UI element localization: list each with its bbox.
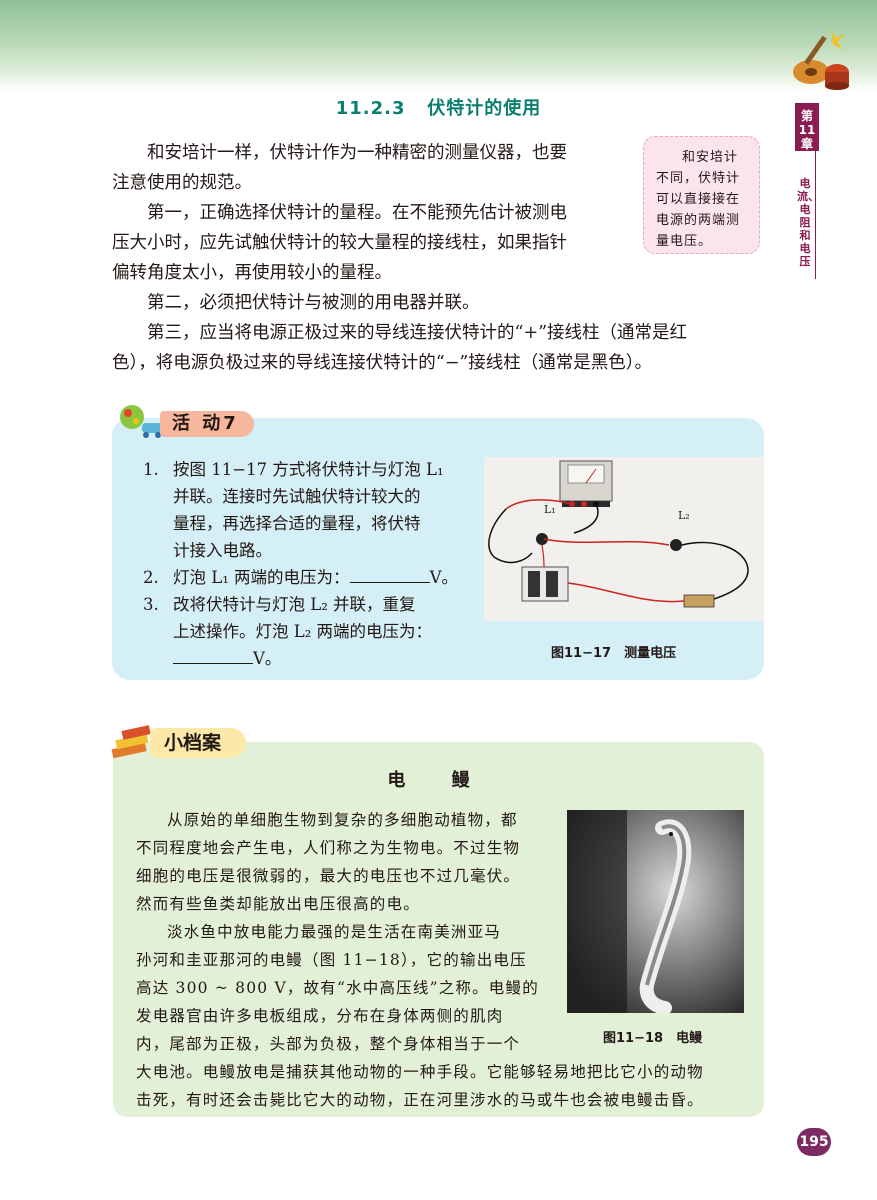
header-band [0, 0, 877, 92]
file-line: 发电器官由许多电板组成，分布在身体两侧的肌肉 [136, 1007, 504, 1025]
file-label: 小档案 [150, 728, 246, 758]
margin-note-line: 可以直接接在 [656, 192, 741, 207]
intro-p1-line2: 注意使用的规范。 [112, 173, 252, 193]
file-line: 从原始的单细胞生物到复杂的多细胞动植物，都 [167, 811, 518, 829]
intro-p3: 第二，必须把伏特计与被测的用电器并联。 [147, 293, 480, 313]
item-line: 计接入电路。 [173, 541, 272, 560]
file-line: 然而有些鱼类却能放出电压很高的电。 [136, 895, 420, 913]
section-number: 11.2.3 [335, 98, 406, 119]
file-line: 细胞的电压是很微弱的，最大的电压也不过几毫伏。 [136, 867, 521, 885]
electric-eel-photo [567, 810, 744, 1015]
intro-p2-line3: 偏转角度太小，再使用较小的量程。 [112, 263, 392, 283]
file-line: 孙河和圭亚那河的电鳗（图 11−18），它的输出电压 [136, 951, 527, 969]
item-unit: V。 [253, 649, 282, 668]
answer-blank[interactable] [173, 645, 253, 664]
activity-item: 1. 按图 11−17 方式将伏特计与灯泡 L₁ 并联。连接时先试触伏特计较大的… [143, 456, 473, 564]
file-line: 不同程度地会产生电，人们称之为生物电。不过生物 [136, 839, 521, 857]
figure-11-17-caption: 图11−17 测量电压 [551, 646, 677, 661]
item-number: 2. [143, 568, 159, 587]
activity-icon [120, 405, 162, 438]
margin-note-line: 和安培计 [682, 150, 739, 165]
item-line: 改将伏特计与灯泡 L₂ 并联，重复 [173, 595, 416, 614]
guitar-drum-icon [793, 28, 849, 90]
page-number: 195 [797, 1128, 831, 1156]
item-number: 3. [143, 595, 159, 614]
file-line: 高达 300 ~ 800 V，故有“水中高压线”之称。电鳗的 [136, 979, 539, 997]
electric-eel-illustration [567, 810, 744, 1015]
margin-note: 和安培计 不同，伏特计 可以直接接在 电源的两端测 量电压。 [643, 136, 760, 254]
activity-item: 3. 改将伏特计与灯泡 L₂ 并联，重复 上述操作。灯泡 L₂ 两端的电压为： … [143, 591, 473, 672]
chapter-number-tab: 第11章 [795, 103, 819, 151]
file-title: 电 鳗 [387, 770, 490, 791]
activity-label: 活 动7 [160, 411, 254, 437]
margin-note-line: 量电压。 [656, 234, 713, 249]
item-line: 并联。连接时先试触伏特计较大的 [173, 487, 421, 506]
file-line: 内，尾部为正极，头部为负极，整个身体相当于一个 [136, 1035, 521, 1053]
intro-p4-line2: 色），将电源负极过来的导线连接伏特计的“−”接线柱（通常是黑色）。 [112, 353, 653, 373]
answer-blank[interactable] [349, 564, 430, 583]
item-line: 量程，再选择合适的量程，将伏特 [173, 514, 421, 533]
item-number: 1. [143, 460, 159, 479]
margin-note-line: 不同，伏特计 [656, 171, 741, 186]
item-unit: V。 [429, 568, 458, 587]
intro-p1-line1: 和安培计一样，伏特计作为一种精密的测量仪器，也要 [147, 143, 567, 163]
file-line: 淡水鱼中放电能力最强的是生活在南美洲亚马 [167, 923, 502, 941]
margin-note-line: 电源的两端测 [656, 213, 741, 228]
intro-p4-line1: 第三，应当将电源正极过来的导线连接伏特计的“+”接线柱（通常是红 [147, 323, 688, 343]
file-line-full: 大电池。电鳗放电是捕获其他动物的一种手段。它能够轻易地把比它小的动物 [136, 1063, 704, 1081]
intro-p2-line1: 第一，正确选择伏特计的量程。在不能预先估计被测电 [147, 203, 567, 223]
item-text: 灯泡 L₁ 两端的电压为： [173, 568, 350, 587]
chapter-side-tab: 第11章 电流、电阻和电压 [795, 103, 819, 279]
lamp-l2-label: L₂ [678, 509, 690, 522]
section-heading: 11.2.3 伏特计的使用 [0, 94, 877, 120]
chapter-title-vertical: 电流、电阻和电压 [797, 177, 819, 268]
figure-11-18-caption: 图11−18 电鳗 [603, 1031, 703, 1046]
lamp-l1-label: L₁ [544, 503, 556, 516]
file-line-full: 击死，有时还会击毙比它大的动物，正在河里涉水的马或牛也会被电鳗击昏。 [136, 1091, 704, 1109]
item-line: 上述操作。灯泡 L₂ 两端的电压为： [173, 622, 433, 641]
chapter-tab-line [815, 151, 816, 279]
item-line: 按图 11−17 方式将伏特计与灯泡 L₁ [173, 460, 444, 479]
section-title: 伏特计的使用 [427, 98, 542, 119]
intro-p2-line2: 压大小时，应先试触伏特计的较大量程的接线柱，如果指针 [112, 233, 567, 253]
circuit-photo: L₁ L₂ [484, 457, 764, 621]
activity-item: 2. 灯泡 L₁ 两端的电压为： V。 [143, 564, 473, 591]
circuit-illustration: L₁ L₂ [484, 457, 764, 621]
activity-list: 1. 按图 11−17 方式将伏特计与灯泡 L₁ 并联。连接时先试触伏特计较大的… [143, 456, 473, 672]
